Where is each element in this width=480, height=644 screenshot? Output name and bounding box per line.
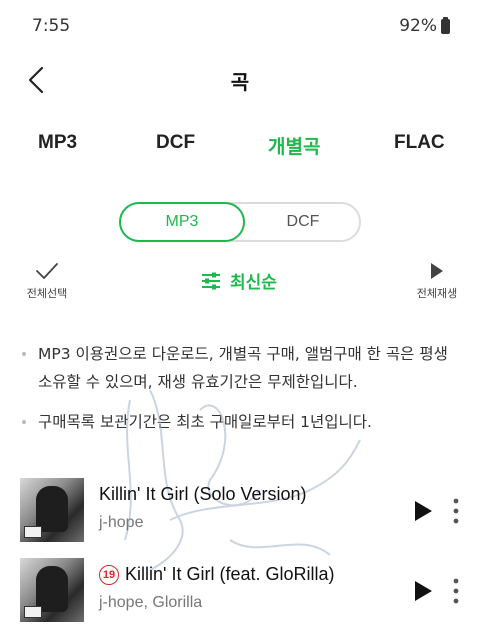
- song-title-text: Killin' It Girl (Solo Version): [99, 484, 307, 504]
- toggle-dcf[interactable]: DCF: [245, 202, 361, 242]
- status-bar: 7:55 92%: [0, 0, 480, 52]
- song-play-button[interactable]: [410, 498, 436, 524]
- song-artist: j-hope: [99, 514, 144, 531]
- notice-item: 구매목록 보관기간은 최초 구매일로부터 1년입니다.: [20, 408, 464, 436]
- page-title: 곡: [230, 70, 250, 94]
- sort-button[interactable]: 최신순: [200, 268, 277, 293]
- song-title-text: Killin' It Girl (feat. GloRilla): [125, 564, 335, 584]
- song-row[interactable]: Killin' It Girl (Solo Version) j-hope: [0, 474, 480, 554]
- select-all-label: 전체선택: [26, 287, 68, 300]
- play-icon: [431, 263, 443, 279]
- toggle-mp3[interactable]: MP3: [119, 202, 245, 242]
- more-options-icon[interactable]: [448, 496, 464, 526]
- album-art: [20, 478, 84, 542]
- format-toggle: MP3 DCF: [119, 202, 361, 242]
- tab-mp3[interactable]: MP3: [38, 132, 77, 168]
- battery-percent: 92%: [399, 16, 437, 36]
- sliders-icon: [202, 272, 220, 289]
- tab-flac[interactable]: FLAC: [394, 132, 445, 168]
- action-row: 전체선택 최신순 전체재생: [0, 262, 480, 310]
- more-options-icon[interactable]: [448, 576, 464, 606]
- album-art-tag: [24, 526, 42, 538]
- play-all-label: 전체재생: [416, 287, 458, 300]
- select-all-button[interactable]: 전체선택: [20, 262, 74, 301]
- song-title: Killin' It Girl (Solo Version): [99, 484, 307, 505]
- notice-list: MP3 이용권으로 다운로드, 개별곡 구매, 앨범구매 한 곡은 평생 소유할…: [20, 340, 464, 448]
- sort-label: 최신순: [230, 273, 277, 293]
- tab-dcf[interactable]: DCF: [156, 132, 195, 168]
- category-tabs: MP3 DCF 개별곡 FLAC: [0, 132, 480, 172]
- album-art-tag: [24, 606, 42, 618]
- song-artist: j-hope, Glorilla: [99, 594, 203, 611]
- album-art: [20, 558, 84, 622]
- song-row[interactable]: 19 Killin' It Girl (feat. GloRilla) j-ho…: [0, 554, 480, 634]
- battery-icon: [441, 16, 450, 34]
- song-play-button[interactable]: [410, 578, 436, 604]
- song-list: Killin' It Girl (Solo Version) j-hope 19…: [0, 474, 480, 634]
- header: 곡: [0, 56, 480, 104]
- status-time: 7:55: [32, 16, 71, 36]
- tab-individual-songs[interactable]: 개별곡: [268, 132, 320, 168]
- play-all-button[interactable]: 전체재생: [410, 262, 464, 301]
- age-19-badge: 19: [99, 564, 119, 585]
- checkmark-icon: [36, 263, 58, 279]
- song-title: 19 Killin' It Girl (feat. GloRilla): [99, 564, 334, 585]
- status-battery: 92%: [399, 16, 450, 36]
- notice-item: MP3 이용권으로 다운로드, 개별곡 구매, 앨범구매 한 곡은 평생 소유할…: [20, 340, 464, 396]
